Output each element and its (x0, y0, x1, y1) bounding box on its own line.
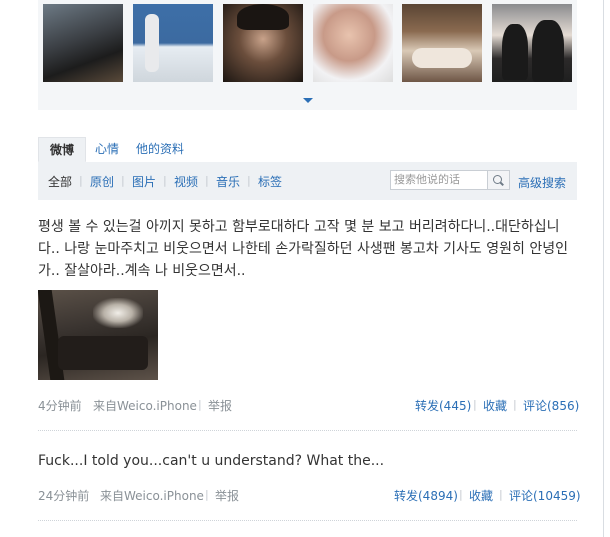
meta-separator: | (205, 488, 209, 501)
filter-separator: | (121, 174, 125, 187)
filter-separator: | (205, 174, 209, 187)
post-text: Fuck...I told you...can't u understand? … (38, 453, 385, 469)
filter-separator: | (247, 174, 251, 187)
tab-weibo[interactable]: 微博 (38, 137, 86, 162)
search-input[interactable]: 搜索他说的话 (390, 170, 488, 190)
filter-videos[interactable]: 视频 (174, 173, 198, 190)
filter-separator: | (79, 174, 83, 187)
profile-tab-bar: 微博 心情 他的资料 (38, 137, 577, 163)
photo-thumbnail-2[interactable] (133, 4, 213, 82)
repost-button[interactable]: 转发(4894) (394, 487, 458, 504)
post-filter-bar: 全部 | 原创 | 图片 | 视频 | 音乐 | 标签 搜索他说的话 高级搜索 (38, 162, 577, 200)
report-link[interactable]: 举报 (215, 487, 239, 504)
post-time[interactable]: 4分钟前 (38, 397, 82, 414)
filter-separator: | (163, 174, 167, 187)
tab-mood[interactable]: 心情 (93, 137, 121, 162)
action-separator: | (459, 488, 463, 501)
post-divider (38, 430, 577, 431)
favorite-button[interactable]: 收藏 (469, 487, 493, 504)
post-text: 평생 볼 수 있는걸 아끼지 못하고 함부로대하다 고작 몇 분 보고 버리려하… (38, 219, 568, 279)
action-separator: | (473, 398, 477, 411)
post-time[interactable]: 24分钟前 (38, 487, 89, 504)
tab-profile-info[interactable]: 他的资料 (136, 137, 184, 162)
report-link[interactable]: 举报 (208, 397, 232, 414)
filter-pictures[interactable]: 图片 (132, 173, 156, 190)
photo-thumbnail-4[interactable] (313, 4, 393, 82)
photo-thumbnail-1[interactable] (43, 4, 123, 82)
weibo-profile-page: 微博 心情 他的资料 全部 | 原创 | 图片 | 视频 | 音乐 | 标签 搜… (0, 0, 610, 537)
photo-thumbnail-3[interactable] (223, 4, 303, 82)
filter-music[interactable]: 音乐 (216, 173, 240, 190)
meta-separator: | (198, 398, 202, 411)
search-icon-handle (500, 181, 504, 186)
search-button[interactable] (488, 170, 510, 190)
post-source[interactable]: 来自Weico.iPhone (93, 397, 197, 414)
photo-thumbnail-6[interactable] (492, 4, 572, 82)
comment-button[interactable]: 评论(856) (523, 397, 579, 414)
photo-strip (38, 0, 577, 110)
post-image[interactable] (38, 290, 158, 380)
expand-arrow-icon[interactable] (303, 98, 313, 103)
favorite-button[interactable]: 收藏 (483, 397, 507, 414)
comment-button[interactable]: 评论(10459) (509, 487, 581, 504)
post-source[interactable]: 来自Weico.iPhone (100, 487, 204, 504)
filter-original[interactable]: 原创 (90, 173, 114, 190)
repost-button[interactable]: 转发(445) (415, 397, 471, 414)
action-separator: | (499, 488, 503, 501)
filter-all[interactable]: 全部 (48, 173, 72, 190)
photo-thumbnail-5[interactable] (402, 4, 482, 82)
filter-tags[interactable]: 标签 (258, 173, 282, 190)
action-separator: | (513, 398, 517, 411)
page-edge-line (603, 0, 604, 537)
advanced-search-link[interactable]: 高级搜索 (518, 174, 566, 191)
post-divider (38, 520, 577, 521)
